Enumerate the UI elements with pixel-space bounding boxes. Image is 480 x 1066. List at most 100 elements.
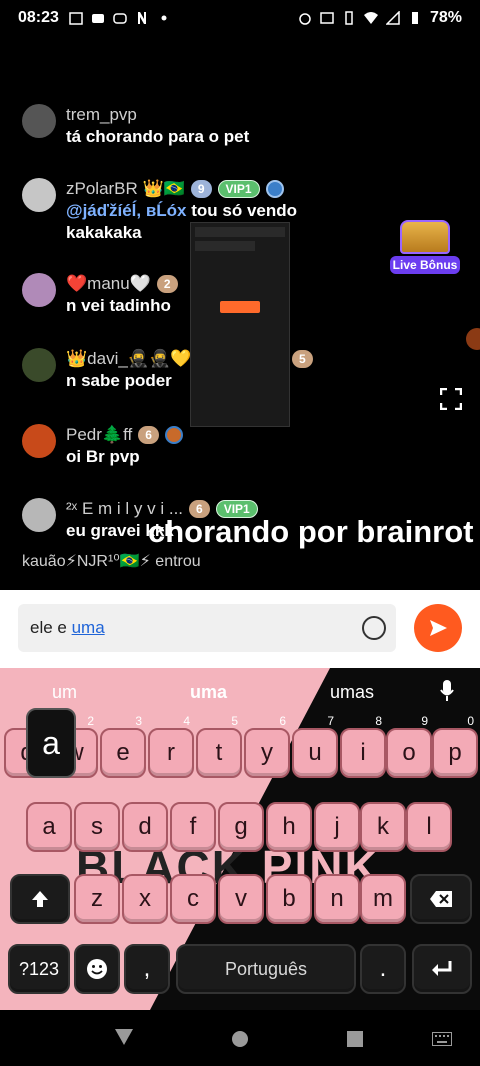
vibrate-icon xyxy=(345,11,353,25)
key-k[interactable]: k xyxy=(360,802,406,852)
avatar[interactable] xyxy=(22,178,56,212)
typed-text: ele e xyxy=(30,618,72,637)
screen-share-preview[interactable] xyxy=(190,222,290,427)
space-key[interactable]: Português xyxy=(176,944,356,994)
key-c[interactable]: c xyxy=(170,874,216,924)
suggestion-2[interactable]: uma xyxy=(190,682,227,703)
key-b[interactable]: b xyxy=(266,874,312,924)
key-t[interactable]: 5t xyxy=(196,714,242,778)
avatar[interactable] xyxy=(22,498,56,532)
shift-key[interactable] xyxy=(10,874,70,924)
key-s[interactable]: s xyxy=(74,802,120,852)
join-notice: kauão⚡NJR¹⁰🇧🇷⚡ entrou xyxy=(22,551,201,571)
level-badge: 5 xyxy=(292,350,313,368)
chat-username[interactable]: Pedr🌲ff xyxy=(66,425,132,445)
key-u[interactable]: 7u xyxy=(292,714,338,778)
live-bonus-label: Live Bônus xyxy=(390,256,460,274)
chat-username[interactable]: ❤️manu🤍 xyxy=(66,274,151,294)
vip-badge: VIP1 xyxy=(217,180,260,198)
chat-text: tá chorando para o pet xyxy=(66,127,250,146)
key-l[interactable]: l xyxy=(406,802,452,852)
netflix-icon xyxy=(137,12,146,24)
keyboard: BLACK PINK um uma umas 1q 2w 3e 4r 5t 6y… xyxy=(0,668,480,1010)
send-icon xyxy=(430,620,447,636)
battery-icon xyxy=(411,12,418,24)
emblem-icon xyxy=(164,426,183,444)
comment-input[interactable]: ele e uma xyxy=(18,604,396,652)
chat-username[interactable]: trem_pvp xyxy=(66,105,137,125)
key-i[interactable]: 8i xyxy=(340,714,386,778)
chat-message: Pedr🌲ff 6 oi Br pvp xyxy=(22,424,462,468)
app-icon xyxy=(91,14,104,23)
comment-bar: ele e uma xyxy=(0,590,480,668)
period-key[interactable]: . xyxy=(360,944,406,994)
key-h[interactable]: h xyxy=(266,802,312,852)
stream-caption: chorando por brainrot xyxy=(148,514,474,549)
chat-username[interactable]: zPolarBR 👑🇧🇷 xyxy=(66,179,185,199)
emoji-icon[interactable] xyxy=(362,616,386,640)
suggestion-3[interactable]: umas xyxy=(330,682,374,703)
avatar[interactable] xyxy=(22,104,56,138)
avatar[interactable] xyxy=(22,273,56,307)
chat-text: oi Br pvp xyxy=(66,447,140,466)
key-n[interactable]: n xyxy=(314,874,360,924)
recents-icon[interactable] xyxy=(346,1030,364,1048)
key-popup: a xyxy=(26,708,76,778)
join-user: kauão⚡NJR¹⁰🇧🇷⚡ xyxy=(22,553,151,570)
treasure-chest-icon xyxy=(400,220,450,254)
join-action: entrou xyxy=(155,553,201,570)
keyboard-switch-icon[interactable] xyxy=(432,1032,452,1046)
key-d[interactable]: d xyxy=(122,802,168,852)
composing-word: uma xyxy=(71,618,105,637)
back-icon[interactable] xyxy=(114,1028,134,1046)
symbols-key[interactable]: ?123 xyxy=(8,944,70,994)
smiley-icon xyxy=(87,959,107,979)
game-icon xyxy=(113,13,127,24)
wifi-icon xyxy=(363,12,378,24)
live-bonus-button[interactable]: Live Bônus xyxy=(390,220,460,275)
fullscreen-icon[interactable] xyxy=(440,388,462,410)
alarm-icon xyxy=(299,13,311,25)
calendar-icon xyxy=(69,12,83,25)
enter-key[interactable] xyxy=(412,944,472,994)
avatar[interactable] xyxy=(22,424,56,458)
chat-message: trem_pvp tá chorando para o pet xyxy=(22,104,462,148)
signal-icon xyxy=(385,11,400,25)
level-badge: 9 xyxy=(190,180,212,198)
globe-icon xyxy=(265,180,284,198)
key-m[interactable]: m xyxy=(360,874,406,924)
key-z[interactable]: z xyxy=(74,874,120,924)
level-badge: 6 xyxy=(138,426,159,444)
comma-key[interactable]: , xyxy=(124,944,170,994)
backspace-icon xyxy=(430,891,452,907)
level-badge: 2 xyxy=(156,275,178,293)
battery-percent: 78% xyxy=(429,9,462,26)
enter-icon xyxy=(432,961,452,976)
key-g[interactable]: g xyxy=(218,802,264,852)
avatar[interactable] xyxy=(22,348,56,382)
status-bar: 08:23 78% xyxy=(0,0,480,36)
home-icon[interactable] xyxy=(231,1030,249,1048)
key-o[interactable]: 9o xyxy=(386,714,432,778)
backspace-key[interactable] xyxy=(410,874,472,924)
clock: 08:23 xyxy=(18,9,59,26)
suggestion-1[interactable]: um xyxy=(52,682,77,703)
chat-text: tou só vendo xyxy=(186,201,297,220)
cast-icon xyxy=(320,12,334,24)
key-v[interactable]: v xyxy=(218,874,264,924)
key-r[interactable]: 4r xyxy=(148,714,194,778)
microphone-icon[interactable] xyxy=(440,680,454,702)
emoji-key[interactable] xyxy=(74,944,120,994)
key-j[interactable]: j xyxy=(314,802,360,852)
key-x[interactable]: x xyxy=(122,874,168,924)
key-f[interactable]: f xyxy=(170,802,216,852)
mention[interactable]: @jáďžíéĺ, вĹóx xyxy=(66,201,187,220)
dot-icon xyxy=(161,15,167,21)
key-p[interactable]: 0p xyxy=(432,714,478,778)
navigation-bar xyxy=(0,1010,480,1066)
send-button[interactable] xyxy=(414,604,462,652)
key-a[interactable]: a xyxy=(26,802,72,852)
key-y[interactable]: 6y xyxy=(244,714,290,778)
shift-arrow-icon xyxy=(32,891,48,907)
key-e[interactable]: 3e xyxy=(100,714,146,778)
